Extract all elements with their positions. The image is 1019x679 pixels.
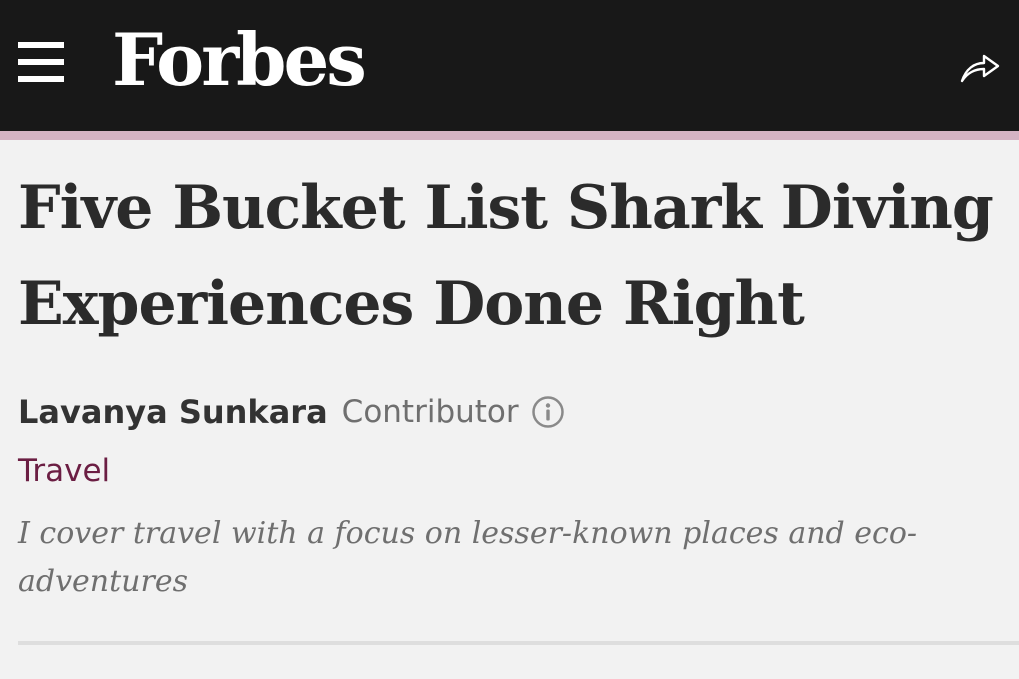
section-link-travel[interactable]: Travel xyxy=(18,448,110,494)
author-byline: Lavanya Sunkara Contributor xyxy=(18,384,565,440)
author-name-link[interactable]: Lavanya Sunkara xyxy=(18,393,328,431)
share-arrow-icon[interactable] xyxy=(958,47,1002,87)
top-header-bar: Forbes xyxy=(0,0,1019,131)
menu-icon-line xyxy=(18,42,64,48)
hamburger-menu-button[interactable] xyxy=(18,42,64,82)
menu-icon-line xyxy=(18,59,64,65)
header-accent-strip xyxy=(0,131,1019,140)
author-bio: I cover travel with a focus on lesser-kn… xyxy=(18,516,918,599)
article-headline: Five Bucket List Shark Diving Experience… xyxy=(18,173,994,339)
author-role: Contributor xyxy=(341,394,519,430)
section-divider xyxy=(18,641,1019,645)
info-icon[interactable] xyxy=(531,395,565,429)
menu-icon-line xyxy=(18,76,64,82)
forbes-logo[interactable]: Forbes xyxy=(112,10,367,110)
